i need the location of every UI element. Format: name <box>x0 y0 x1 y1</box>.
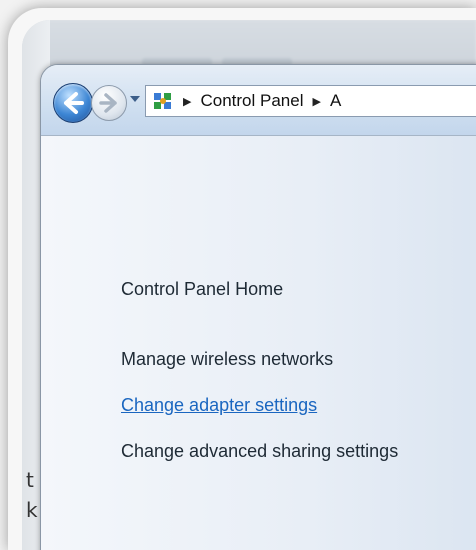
sidebar-link-control-panel-home[interactable]: Control Panel Home <box>121 276 421 302</box>
background-glyph: k <box>26 498 38 522</box>
breadcrumb-separator-icon[interactable]: ▶ <box>312 95 320 108</box>
tasks-sidebar: Control Panel Home Manage wireless netwo… <box>41 136 476 550</box>
control-panel-icon <box>154 93 171 109</box>
background-glyph: t <box>26 468 34 492</box>
breadcrumb-separator-icon[interactable]: ▶ <box>183 95 191 108</box>
forward-button[interactable] <box>91 85 127 121</box>
address-bar[interactable]: ▶ Control Panel ▶ A <box>145 85 476 117</box>
frame-inner: t k ▶ Control Panel ▶ A Control Panel Ho… <box>22 20 476 550</box>
forward-arrow-icon <box>99 93 117 113</box>
back-button[interactable] <box>53 83 93 123</box>
recent-pages-dropdown-icon[interactable] <box>129 93 141 105</box>
sidebar-link-manage-wireless-networks[interactable]: Manage wireless networks <box>121 346 421 372</box>
sidebar-link-change-advanced-sharing-settings[interactable]: Change advanced sharing settings <box>121 438 401 464</box>
breadcrumb-control-panel[interactable]: Control Panel <box>200 91 303 111</box>
screenshot-frame: t k ▶ Control Panel ▶ A Control Panel Ho… <box>8 8 476 550</box>
explorer-window: ▶ Control Panel ▶ A Control Panel Home M… <box>40 64 476 550</box>
sidebar-link-change-adapter-settings[interactable]: Change adapter settings <box>121 392 421 418</box>
breadcrumb-next-partial[interactable]: A <box>330 91 341 111</box>
back-arrow-icon <box>64 92 84 114</box>
navigation-bar: ▶ Control Panel ▶ A <box>41 65 476 136</box>
